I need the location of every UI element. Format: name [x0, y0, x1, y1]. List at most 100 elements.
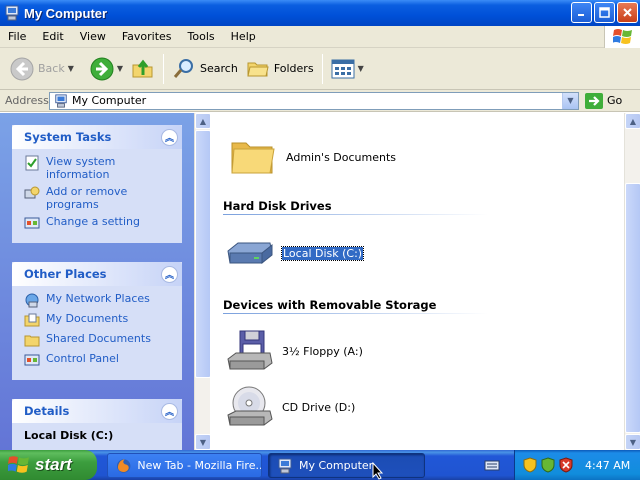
- scroll-up-arrow-icon[interactable]: ▲: [625, 113, 640, 129]
- folders-button[interactable]: Folders: [242, 52, 318, 86]
- forward-arrow-icon: [90, 57, 114, 80]
- menu-help[interactable]: Help: [223, 30, 264, 43]
- task-add-remove-programs[interactable]: Add or remove programs: [24, 185, 176, 211]
- menu-view[interactable]: View: [72, 30, 114, 43]
- maximize-icon: [599, 7, 610, 18]
- details-title: Details: [24, 404, 70, 418]
- system-info-icon: [25, 155, 39, 171]
- go-button[interactable]: Go: [585, 92, 623, 109]
- menu-tools[interactable]: Tools: [180, 30, 223, 43]
- views-button[interactable]: ▼: [327, 52, 368, 86]
- close-button[interactable]: [617, 2, 638, 23]
- place-my-documents[interactable]: My Documents: [24, 312, 176, 328]
- details-header[interactable]: Details ︽: [12, 399, 182, 423]
- other-places-header[interactable]: Other Places ︽: [12, 262, 182, 286]
- task-pane-scrollbar[interactable]: ▲ ▼: [194, 113, 211, 450]
- forward-button[interactable]: ▼: [86, 52, 127, 86]
- windows-logo-icon: [8, 456, 29, 473]
- scroll-thumb[interactable]: [195, 130, 211, 378]
- task-label: View system information: [46, 155, 116, 181]
- folder-admins-documents[interactable]: Admin's Documents: [228, 135, 396, 179]
- taskbar-item-label: My Computer: [299, 459, 374, 472]
- floppy-drive-icon: [227, 330, 273, 370]
- back-button[interactable]: Back ▼: [6, 52, 78, 86]
- keyboard-icon[interactable]: [484, 458, 500, 475]
- shared-folder-icon: [24, 335, 40, 347]
- item-label: 3½ Floppy (A:): [282, 344, 363, 358]
- system-tray: 4:47 AM: [514, 450, 640, 480]
- mouse-cursor-icon: [372, 462, 384, 480]
- window-title: My Computer: [24, 5, 108, 21]
- title-bar[interactable]: My Computer: [0, 0, 640, 26]
- address-input[interactable]: My Computer ▼: [49, 91, 579, 110]
- start-button[interactable]: start: [0, 450, 97, 480]
- clock[interactable]: 4:47 AM: [585, 459, 630, 472]
- folders-icon: [247, 62, 269, 76]
- scroll-up-arrow-icon[interactable]: ▲: [195, 113, 211, 129]
- scroll-down-arrow-icon[interactable]: ▼: [195, 434, 211, 450]
- task-label: Change a setting: [46, 215, 140, 228]
- up-folder-button[interactable]: [127, 52, 159, 86]
- alert-shield-icon[interactable]: [559, 457, 573, 473]
- taskbar-item-firefox[interactable]: New Tab - Mozilla Fire...: [107, 453, 262, 478]
- search-icon: [173, 58, 194, 78]
- address-dropdown-button[interactable]: ▼: [562, 92, 578, 109]
- windows-logo-icon: [604, 26, 640, 48]
- place-label: My Documents: [46, 312, 129, 325]
- place-shared-documents[interactable]: Shared Documents: [24, 332, 176, 348]
- scroll-thumb[interactable]: [625, 183, 640, 433]
- item-label: Admin's Documents: [286, 150, 397, 164]
- chevron-down-icon[interactable]: ▼: [117, 64, 123, 73]
- collapse-icon[interactable]: ︽: [161, 265, 178, 283]
- collapse-icon[interactable]: ︽: [161, 128, 178, 146]
- network-icon[interactable]: [541, 457, 555, 473]
- place-label: Control Panel: [46, 352, 119, 365]
- task-change-setting[interactable]: Change a setting: [24, 215, 176, 231]
- drive-floppy-a[interactable]: 3½ Floppy (A:): [224, 329, 363, 373]
- views-icon: [331, 59, 355, 78]
- minimize-icon: [578, 14, 584, 16]
- taskbar-item-my-computer[interactable]: My Computer: [268, 453, 425, 478]
- menu-favorites[interactable]: Favorites: [114, 30, 180, 43]
- chevron-down-icon[interactable]: ▼: [68, 64, 74, 73]
- drive-local-disk-c[interactable]: Local Disk (C:): [224, 231, 365, 275]
- task-pane: System Tasks ︽ View system information A…: [0, 113, 210, 450]
- place-control-panel[interactable]: Control Panel: [24, 352, 176, 368]
- taskbar: start New Tab - Mozilla Fire... My Compu…: [0, 450, 640, 480]
- back-label: Back: [38, 62, 65, 75]
- group-divider: [223, 313, 488, 314]
- hard-disk-icon: [227, 242, 273, 265]
- system-tasks-title: System Tasks: [24, 130, 112, 144]
- security-shield-icon[interactable]: [523, 457, 537, 473]
- address-label: Address: [5, 94, 49, 107]
- start-label: start: [35, 455, 72, 474]
- task-label: Add or remove programs: [46, 185, 128, 211]
- task-view-system-information[interactable]: View system information: [24, 155, 176, 181]
- address-value: My Computer: [72, 94, 147, 107]
- network-places-icon: [25, 293, 39, 308]
- search-button[interactable]: Search: [168, 52, 242, 86]
- taskbar-item-label: New Tab - Mozilla Fire...: [137, 459, 261, 472]
- scroll-down-arrow-icon[interactable]: ▼: [625, 434, 640, 450]
- chevron-down-icon[interactable]: ▼: [358, 64, 364, 73]
- drive-cd-d[interactable]: CD Drive (D:): [224, 385, 355, 429]
- collapse-icon[interactable]: ︽: [161, 402, 178, 420]
- file-list-scrollbar[interactable]: ▲ ▼: [624, 113, 640, 450]
- menu-edit[interactable]: Edit: [34, 30, 71, 43]
- folder-icon: [231, 142, 275, 174]
- close-icon: [623, 8, 632, 17]
- place-my-network-places[interactable]: My Network Places: [24, 292, 176, 308]
- firefox-icon: [116, 458, 131, 473]
- group-divider: [223, 214, 488, 215]
- minimize-button[interactable]: [571, 2, 592, 23]
- my-computer-icon: [5, 5, 19, 21]
- go-label: Go: [607, 94, 623, 107]
- folder-icon: [230, 113, 270, 119]
- place-label: Shared Documents: [46, 332, 151, 345]
- details-selected-name: Local Disk (C:): [24, 429, 114, 442]
- maximize-button[interactable]: [594, 2, 615, 23]
- my-computer-icon: [278, 458, 292, 473]
- my-documents-icon: [24, 313, 40, 327]
- system-tasks-header[interactable]: System Tasks ︽: [12, 125, 182, 149]
- menu-file[interactable]: File: [0, 30, 34, 43]
